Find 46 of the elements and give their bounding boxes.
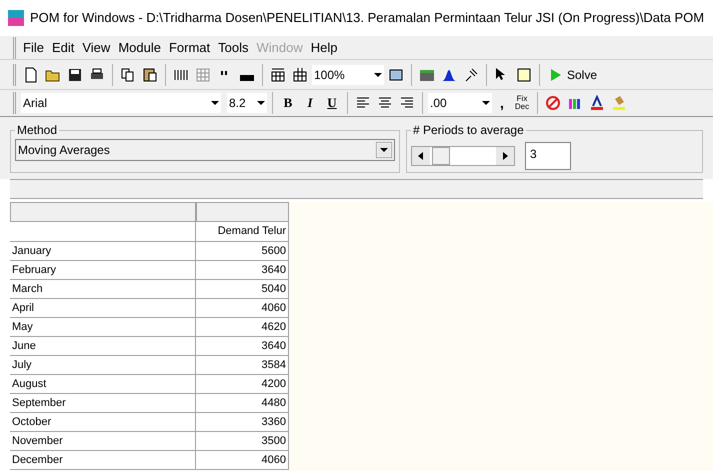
menu-item[interactable]: File xyxy=(19,38,48,58)
caret-icon xyxy=(257,101,265,105)
underline-button[interactable]: U xyxy=(322,93,342,113)
italic-button[interactable]: I xyxy=(300,93,320,113)
menu-item[interactable]: Edit xyxy=(48,38,78,58)
zoom-dropdown[interactable]: 100% xyxy=(312,64,384,84)
menu-item[interactable]: Help xyxy=(306,38,342,58)
scroll-left-icon xyxy=(412,146,430,164)
scroll-thumb[interactable] xyxy=(432,146,450,164)
menu-item[interactable]: Module xyxy=(114,38,165,58)
menu-item[interactable]: Tools xyxy=(214,38,252,58)
table-cell: September xyxy=(10,394,196,413)
periods-field[interactable]: 3 xyxy=(525,142,571,170)
scroll-right-icon xyxy=(496,146,514,164)
font-dropdown[interactable]: Arial xyxy=(21,93,221,113)
caret-icon xyxy=(211,101,219,105)
table-cell: October xyxy=(10,413,196,432)
table-cell: November xyxy=(10,432,196,451)
play-icon xyxy=(551,68,561,80)
no-entry-icon[interactable] xyxy=(543,93,563,113)
table-cell: May xyxy=(10,318,196,337)
font-size-dropdown[interactable]: 8.2 xyxy=(227,93,267,113)
periods-label: # Periods to average xyxy=(412,122,525,139)
table-cell: June xyxy=(10,337,196,356)
window-title: POM for Windows - D:\Tridharma Dosen\PENELITIAN\13. Peramalan Permintaan Telur JSI (On Progress)\Data POM xyxy=(30,9,704,28)
method-dropdown[interactable]: Moving Averages xyxy=(15,139,395,161)
app-logo-icon xyxy=(8,10,24,26)
table-cell: January xyxy=(10,242,196,261)
decimals-dropdown[interactable]: .00 xyxy=(428,93,492,113)
table-cell: April xyxy=(10,299,196,318)
table-cell: February xyxy=(10,261,196,280)
table-cell: July xyxy=(10,356,196,375)
bold-button[interactable]: B xyxy=(278,93,298,113)
caret-icon xyxy=(374,72,382,76)
periods-scrollbar[interactable] xyxy=(411,146,515,166)
table-cell: August xyxy=(10,375,196,394)
solve-button[interactable]: Solve xyxy=(545,64,604,86)
menu-item[interactable]: Format xyxy=(164,38,214,58)
method-label: Method xyxy=(16,122,58,139)
comma-button[interactable]: , xyxy=(494,92,510,114)
menu-item[interactable]: View xyxy=(78,38,114,58)
fix-decimal-button[interactable]: Fix Dec xyxy=(512,95,532,111)
table-cell: March xyxy=(10,280,196,299)
caret-icon xyxy=(376,142,392,158)
table-cell: December xyxy=(10,451,196,470)
caret-icon xyxy=(482,101,490,105)
